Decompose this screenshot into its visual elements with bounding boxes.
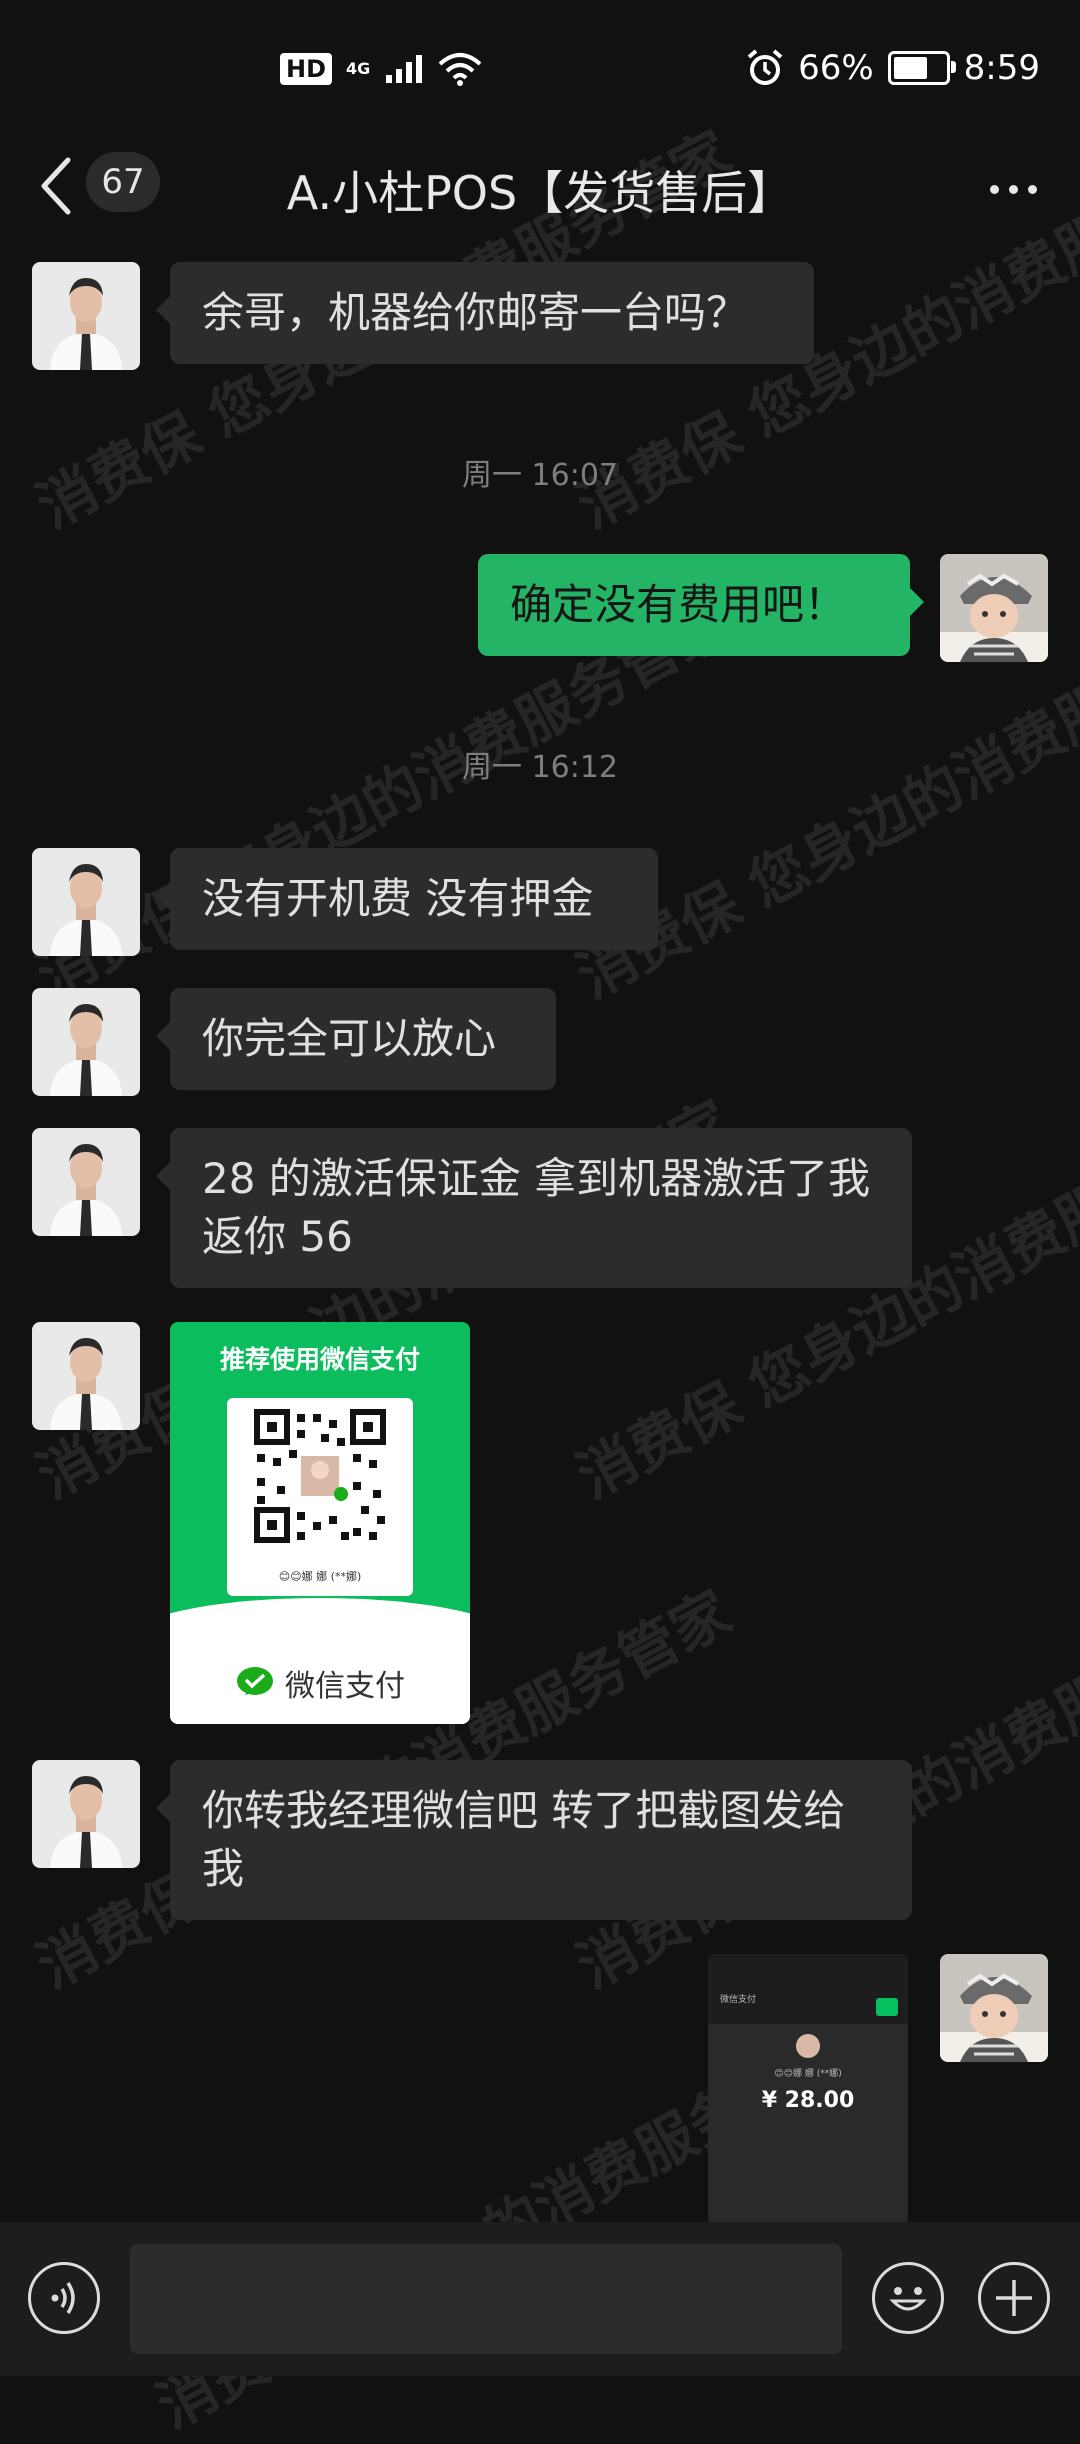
payee-name: 😊😊娜 娜 (**娜) — [278, 1570, 362, 1583]
network-type: 4G — [346, 59, 371, 78]
my-avatar[interactable] — [940, 1954, 1048, 2062]
dot-icon — [990, 184, 999, 194]
more-options-button[interactable] — [990, 174, 1046, 204]
timestamp: 周一 16:07 — [462, 458, 618, 493]
dot-icon — [1028, 184, 1037, 194]
my-avatar[interactable] — [940, 554, 1048, 662]
voice-input-button[interactable] — [28, 2262, 100, 2334]
payment-screenshot-image[interactable]: 微信支付 😊😊娜 娜 (**娜) ¥ 28.00 — [708, 1954, 908, 2224]
screenshot-payee-name: 😊😊娜 娜 (**娜) — [774, 2069, 842, 2079]
qr-pattern — [254, 1409, 386, 1543]
contact-avatar[interactable] — [32, 1760, 140, 1868]
status-left: HD 4G — [280, 52, 482, 86]
message-bubble[interactable]: 没有开机费 没有押金 — [156, 848, 658, 950]
signal-icon — [386, 55, 423, 83]
unread-count-badge[interactable]: 67 — [86, 152, 160, 212]
hd-badge: HD — [280, 53, 333, 85]
contact-avatar[interactable] — [32, 1128, 140, 1236]
baby-portrait-icon — [940, 554, 1048, 662]
payment-amount: ¥ 28.00 — [761, 2088, 855, 2113]
dot-icon — [1009, 184, 1018, 194]
qr-code: 😊😊娜 娜 (**娜) — [227, 1398, 413, 1596]
man-portrait-icon — [32, 1128, 140, 1236]
contact-avatar[interactable] — [32, 262, 140, 370]
clock: 8:59 — [963, 48, 1040, 88]
battery-icon — [887, 51, 956, 85]
contact-avatar[interactable] — [32, 1322, 140, 1430]
qr-header: 推荐使用微信支付 — [219, 1345, 420, 1374]
message-bubble[interactable]: 28 的激活保证金 拿到机器激活了我返你 56 — [156, 1128, 912, 1288]
more-functions-button[interactable] — [978, 2262, 1050, 2334]
man-portrait-icon — [32, 988, 140, 1096]
smile-icon — [889, 2287, 927, 2311]
chat-title: A.小杜POS【发货售后】 — [286, 166, 794, 220]
message-bubble[interactable]: 你转我经理微信吧 转了把截图发给我 — [156, 1760, 912, 1920]
plus-icon — [996, 2280, 1032, 2316]
baby-portrait-icon — [940, 1954, 1048, 2062]
chat-header: 67 A.小杜POS【发货售后】 — [0, 140, 1080, 240]
screenshot-wechat-icon — [876, 1998, 898, 2016]
emoji-button[interactable] — [872, 2262, 944, 2334]
payee-avatar — [796, 2034, 820, 2058]
payment-qr-image[interactable]: 推荐使用微信支付 😊😊娜 娜 (**娜) 微信支付 — [170, 1322, 470, 1724]
man-portrait-icon — [32, 1322, 140, 1430]
timestamp: 周一 16:12 — [462, 750, 618, 785]
screenshot-header: 微信支付 — [708, 1954, 908, 2024]
message-bubble[interactable]: 余哥，机器给你邮寄一台吗？ — [156, 262, 814, 364]
contact-avatar[interactable] — [32, 848, 140, 956]
message-bubble[interactable]: 确定没有费用吧！ — [478, 554, 924, 656]
wechat-pay-label: 微信支付 — [285, 1669, 405, 1704]
wechat-pay-icon — [237, 1667, 273, 1695]
status-bar: HD 4G 66% 8:59 — [0, 0, 1080, 140]
input-bar — [0, 2222, 1080, 2376]
message-bubble[interactable]: 你完全可以放心 — [156, 988, 556, 1090]
status-right: 66% 8:59 — [746, 48, 1040, 88]
message-input[interactable] — [130, 2244, 842, 2354]
battery-percent: 66% — [798, 48, 874, 88]
wifi-icon — [438, 53, 482, 86]
man-portrait-icon — [32, 848, 140, 956]
alarm-icon — [747, 49, 783, 85]
man-portrait-icon — [32, 262, 140, 370]
screenshot-title: 微信支付 — [720, 1995, 757, 2005]
man-portrait-icon — [32, 1760, 140, 1868]
back-arrow-icon[interactable] — [36, 154, 76, 218]
contact-avatar[interactable] — [32, 988, 140, 1096]
voice-icon — [51, 2282, 75, 2314]
wechat-pay-footer: 微信支付 — [170, 1598, 470, 1724]
